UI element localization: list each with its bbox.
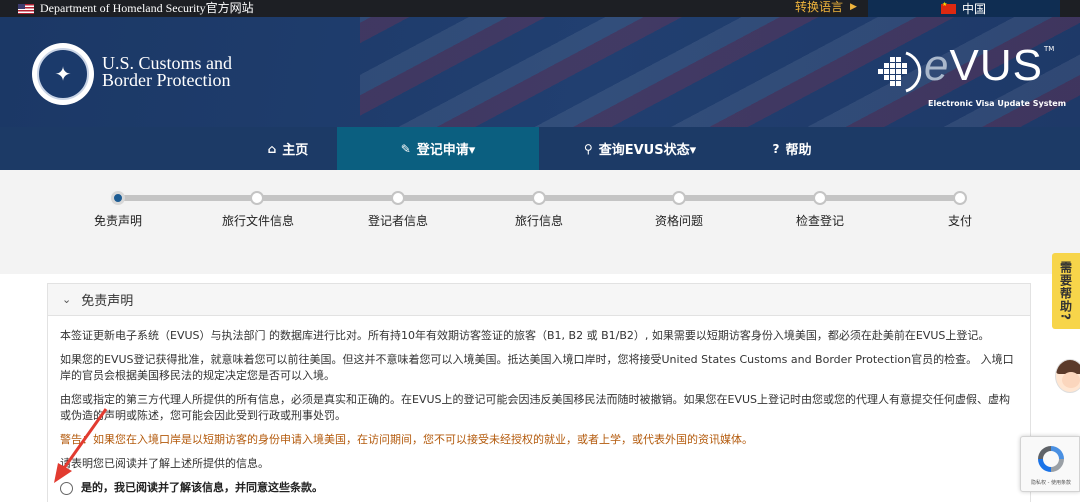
disclaimer-panel-header[interactable]: ⌄ 免责声明 <box>48 284 1030 316</box>
cbp-line-2: Border Protection <box>102 70 231 90</box>
step-label-6: 检查登记 <box>795 214 845 228</box>
disclaimer-paragraph-3: 由您或指定的第三方代理人所提供的所有信息，必须是真实和正确的。在EVUS上的登记… <box>60 393 1011 422</box>
nav-register[interactable]: ✎ 登记申请▾ <box>337 127 539 170</box>
step-dot-3 <box>391 191 405 205</box>
nav-home[interactable]: ⌂ 主页 <box>240 127 336 170</box>
language-toggle[interactable]: 转换语言 ▶ <box>795 0 857 15</box>
language-toggle-label: 转换语言 <box>795 0 844 14</box>
home-icon: ⌂ <box>267 141 277 156</box>
need-help-tab[interactable]: 需要帮助? <box>1052 253 1080 329</box>
search-icon: ⚲ <box>583 141 593 156</box>
language-select-label: 中国 <box>962 2 987 16</box>
disclaimer-panel: ⌄ 免责声明 本签证更新电子系统（EVUS）与执法部门 的数据库进行比对。所有持… <box>47 283 1031 502</box>
main-nav: ⌂ 主页 ✎ 登记申请▾ ⚲ 查询EVUS状态▾ ? 帮助 <box>0 127 1080 170</box>
evus-subtitle: Electronic Visa Update System <box>928 99 1067 108</box>
dhs-link[interactable]: Department of Homeland Security官方网站 <box>18 0 254 17</box>
agree-option[interactable]: 是的，我已阅读并了解该信息，并同意这些条款。 <box>60 480 1018 496</box>
step-dot-7 <box>953 191 967 205</box>
dhs-seal-logo[interactable]: ✦ <box>32 43 94 105</box>
trademark: TM <box>1044 45 1055 53</box>
language-select[interactable]: 中国 <box>868 0 1060 17</box>
evus-name: VUS <box>949 41 1043 90</box>
step-dot-1 <box>111 191 125 205</box>
site-header: ✦ U.S. Customs and Border Protection eVU… <box>0 17 1080 127</box>
evus-wordmark: eVUS <box>924 41 1043 91</box>
top-bar: Department of Homeland Security官方网站 转换语言… <box>0 0 1080 17</box>
disclaimer-paragraph-2: 如果您的EVUS登记获得批准，就意味着您可以前往美国。但这并不意味着您可以入境美… <box>60 353 1014 382</box>
us-flag-icon <box>18 3 34 14</box>
nav-help[interactable]: ? 帮助 <box>752 127 832 170</box>
caret-right-icon: ▶ <box>850 2 857 12</box>
panel-title: 免责声明 <box>81 294 134 309</box>
disclaimer-body: 本签证更新电子系统（EVUS）与执法部门 的数据库进行比对。所有持10年有效期访… <box>48 316 1030 496</box>
nav-home-label: 主页 <box>282 143 309 158</box>
step-label-4: 旅行信息 <box>514 214 564 228</box>
chat-avatar[interactable] <box>1055 359 1080 393</box>
step-label-5: 资格问题 <box>654 214 704 228</box>
avatar-face <box>1062 372 1080 388</box>
step-dot-2 <box>250 191 264 205</box>
evus-initial: e <box>924 41 950 90</box>
agree-label[interactable]: 是的，我已阅读并了解该信息，并同意这些条款。 <box>81 480 323 496</box>
chevron-down-icon: ⌄ <box>62 293 72 306</box>
recaptcha-icon <box>1038 446 1064 472</box>
nav-register-label: 登记申请▾ <box>416 143 476 158</box>
confirm-prompt: 请表明您已阅读并了解上述所提供的信息。 <box>60 457 269 470</box>
evus-logo[interactable]: eVUS TM Electronic Visa Update System <box>876 41 1066 111</box>
recaptcha-badge[interactable]: 隐私权 - 使用条款 <box>1020 436 1080 492</box>
dhs-label: Department of Homeland Security官方网站 <box>40 1 254 15</box>
nav-status-label: 查询EVUS状态▾ <box>598 143 697 158</box>
step-label-1: 免责声明 <box>93 214 143 228</box>
agree-radio[interactable] <box>60 481 73 495</box>
eagle-icon: ✦ <box>37 48 89 100</box>
nav-help-label: 帮助 <box>785 143 812 158</box>
step-dot-4 <box>532 191 546 205</box>
nav-status[interactable]: ⚲ 查询EVUS状态▾ <box>560 127 720 170</box>
progress-tracker: 免责声明 旅行文件信息 登记者信息 旅行信息 资格问题 检查登记 支付 <box>0 170 1080 274</box>
step-label-3: 登记者信息 <box>367 214 429 228</box>
step-dot-6 <box>813 191 827 205</box>
cbp-logo-text[interactable]: U.S. Customs and Border Protection <box>102 54 232 90</box>
need-help-label: 需要帮助? <box>1058 261 1073 321</box>
step-dot-5 <box>672 191 686 205</box>
step-label-2: 旅行文件信息 <box>221 214 295 228</box>
main-content: ⌄ 免责声明 本签证更新电子系统（EVUS）与执法部门 的数据库进行比对。所有持… <box>0 274 1080 502</box>
china-flag-icon <box>941 1 956 14</box>
question-circle-icon: ? <box>772 141 780 156</box>
disclaimer-paragraph-1: 本签证更新电子系统（EVUS）与执法部门 的数据库进行比对。所有持10年有效期访… <box>60 329 990 342</box>
step-label-7: 支付 <box>947 214 973 228</box>
evus-grid-icon <box>878 51 922 93</box>
warning-text: 警告：如果您在入境口岸是以短期访客的身份申请入境美国，在访问期间，您不可以接受未… <box>60 433 753 446</box>
recaptcha-footer[interactable]: 隐私权 - 使用条款 <box>1023 479 1079 486</box>
pencil-icon: ✎ <box>400 141 411 156</box>
